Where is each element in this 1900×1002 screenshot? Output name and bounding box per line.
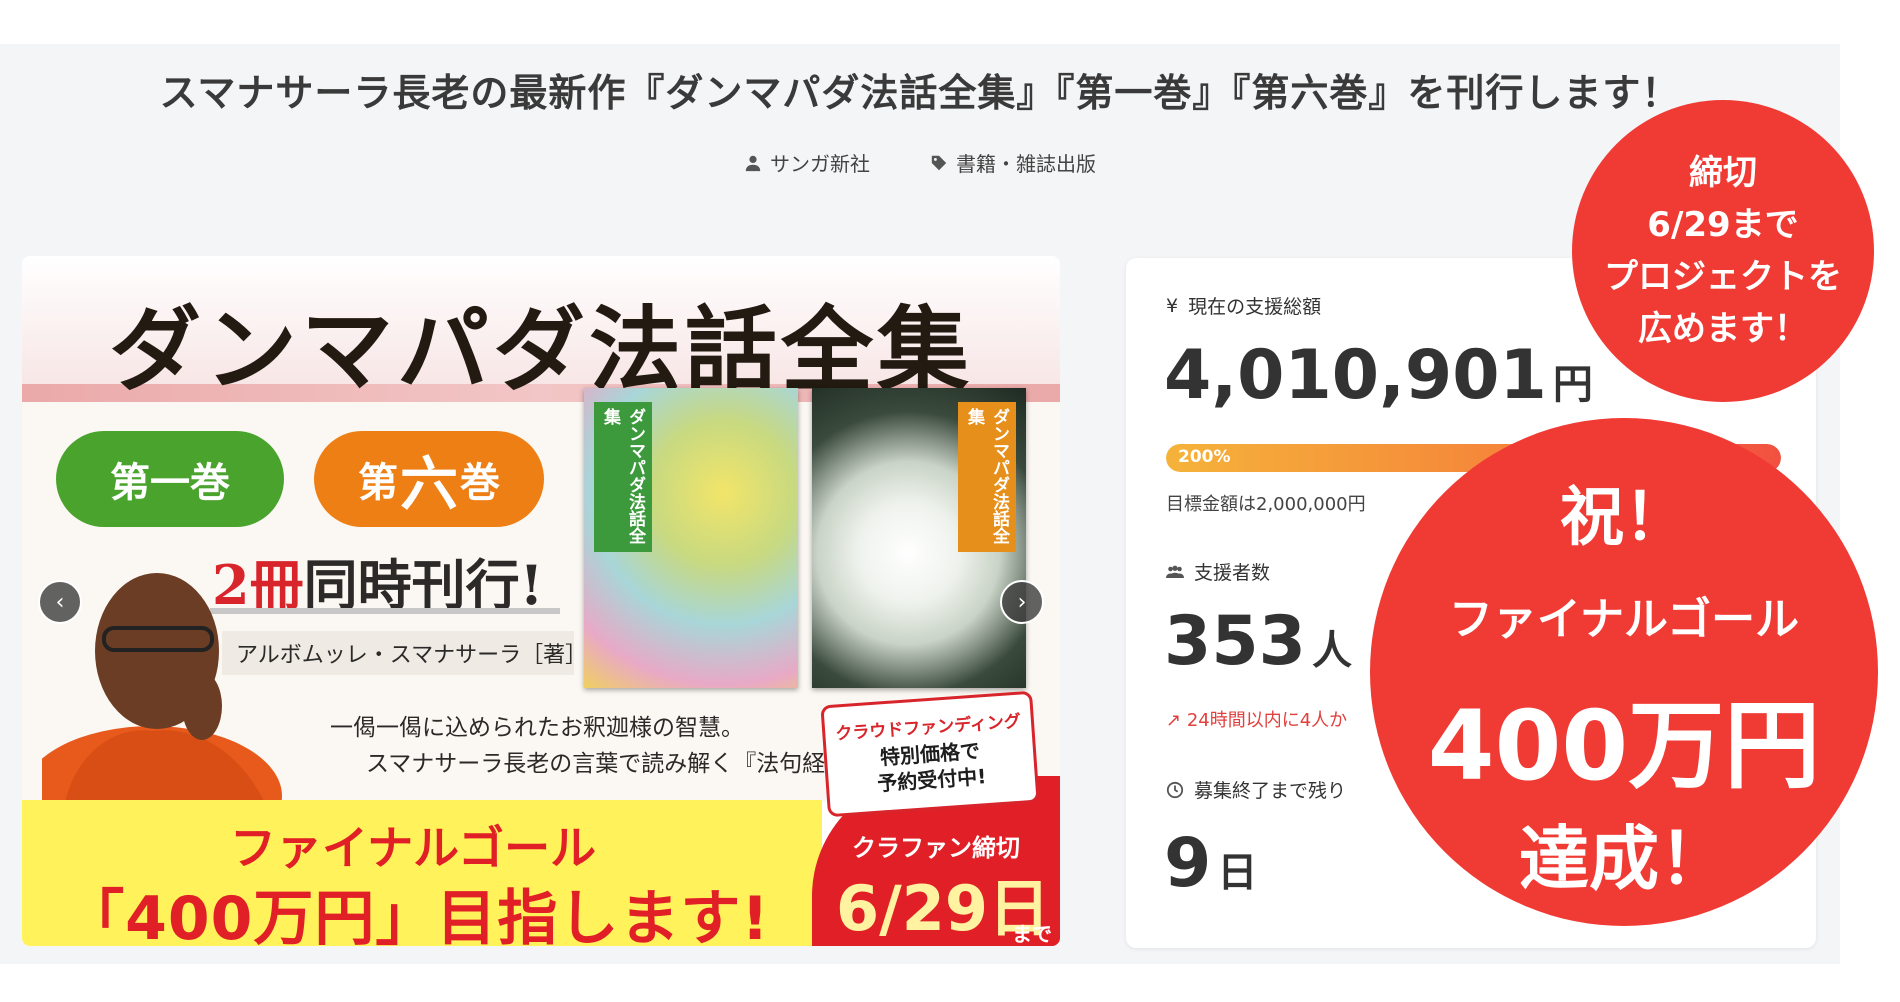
category-link[interactable]: 書籍・雑誌出版 <box>930 148 1096 177</box>
people-icon <box>1166 565 1184 578</box>
achieved-amount: 400万円 <box>1427 690 1821 802</box>
yen-icon: ¥ <box>1166 294 1179 317</box>
supporters-label-text: 支援者数 <box>1194 562 1271 584</box>
supporters-unit: 人 <box>1311 628 1352 674</box>
celebration-text: 祝！ <box>1560 481 1688 555</box>
deadline-share-line1: 締切 <box>1689 153 1757 193</box>
final-goal-text: ファイナルゴール <box>1448 594 1800 645</box>
banner-tagline-1: 一偈一偈に込められたお釈迦様の智慧。 <box>330 715 744 741</box>
final-goal-heading: ファイナルゴール <box>230 821 597 875</box>
volume-1-badge: 第一巻 <box>56 431 284 527</box>
total-amount-label: ¥ 現在の支援総額 <box>1166 292 1321 319</box>
goal-amount: 目標金額は2,000,000円 <box>1166 494 1366 515</box>
supporters-count: 353 人 <box>1164 602 1352 681</box>
deadline-share-circle: 締切 6/29まで プロジェクトを 広めます！ <box>1572 100 1874 402</box>
chevron-left-icon: ‹ <box>55 589 65 615</box>
book-cover-title: ダンマパダ法話全集 <box>958 402 1016 552</box>
deadline-share-line4: 広めます！ <box>1638 309 1808 349</box>
total-amount-value: 4,010,901 <box>1164 336 1547 415</box>
owner-link[interactable]: サンガ新社 <box>744 148 870 177</box>
book-cover-volume-6: ダンマパダ法話全集 <box>812 388 1026 688</box>
trending-up-icon: ↗ <box>1166 710 1182 731</box>
volume-6-prefix: 第 <box>357 459 398 506</box>
deadline-share-line2: 6/29まで <box>1647 205 1799 245</box>
carousel-next-button[interactable]: › <box>1000 580 1044 624</box>
person-icon <box>745 155 761 171</box>
deadline-suffix: まで <box>1012 922 1052 946</box>
book-cover-volume-1: ダンマパダ法話全集 <box>584 388 798 688</box>
crowdfunding-badge: クラウドファンディング 特別価格で 予約受付中! <box>820 690 1040 818</box>
volume-6-badge: 第 六 巻 <box>314 431 544 527</box>
banner-tagline-2: スマナサーラ長老の言葉で読み解く『法句経』。 <box>366 751 860 777</box>
project-banner-carousel[interactable]: ダンマパダ法話全集 第一巻 第 六 巻 2冊同時刊行! アルボムッレ・スマナサー… <box>22 256 1060 946</box>
total-amount-unit: 円 <box>1552 362 1593 408</box>
category-name: 書籍・雑誌出版 <box>956 152 1096 176</box>
volume-6-suffix: 巻 <box>460 459 500 506</box>
remaining-unit: 日 <box>1217 850 1258 896</box>
book-cover-title: ダンマパダ法話全集 <box>594 402 652 552</box>
supporters-trend: ↗ 24時間以内に4人か <box>1166 706 1347 732</box>
supporters-label: 支援者数 <box>1166 558 1270 585</box>
tag-icon <box>931 155 947 170</box>
remaining-value: 9 <box>1164 824 1212 903</box>
carousel-prev-button[interactable]: ‹ <box>38 580 82 624</box>
remaining-label: 募集終了まで残り <box>1166 776 1346 803</box>
supporters-value: 353 <box>1164 602 1306 681</box>
volume-1-label: 第一巻 <box>110 459 230 506</box>
funding-progress-percent: 200% <box>1178 447 1231 467</box>
project-title: スマナサーラ長老の最新作『ダンマパダ法話全集』『第一巻』『第六巻』を刊行します！ <box>159 71 1681 115</box>
deadline-share-line3: プロジェクトを <box>1604 257 1842 297</box>
supporters-trend-text: 24時間以内に4人か <box>1186 710 1348 731</box>
clock-icon <box>1166 781 1184 798</box>
final-goal-amount: 「400万円」目指します! <box>64 884 770 946</box>
remaining-label-text: 募集終了まで残り <box>1194 780 1347 802</box>
volume-6-number: 六 <box>399 450 458 518</box>
remaining-days: 9日 <box>1164 824 1257 903</box>
total-amount-label-text: 現在の支援総額 <box>1188 296 1322 318</box>
achieved-text: 達成！ <box>1519 818 1729 900</box>
author-photo <box>42 573 282 818</box>
goal-achieved-circle: 祝！ ファイナルゴール 400万円 達成！ <box>1370 418 1878 926</box>
page: スマナサーラ長老の最新作『ダンマパダ法話全集』『第一巻』『第六巻』を刊行します！… <box>0 0 1900 1002</box>
project-meta: サンガ新社 書籍・雑誌出版 <box>0 148 1840 177</box>
owner-name: サンガ新社 <box>770 152 870 176</box>
total-amount: 4,010,901 円 <box>1164 336 1593 415</box>
chevron-right-icon: › <box>1017 589 1027 615</box>
